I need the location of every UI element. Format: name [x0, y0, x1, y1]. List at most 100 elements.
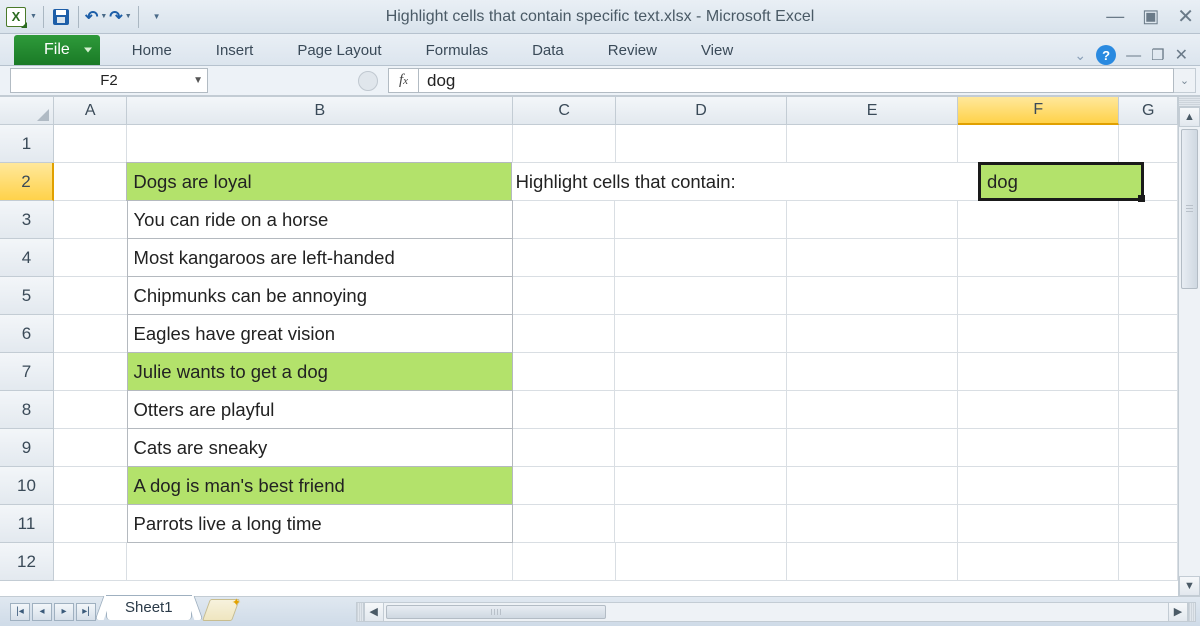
- cell-G1[interactable]: [1119, 125, 1178, 163]
- sheet-nav-next[interactable]: ▸: [54, 603, 74, 621]
- app-menu-dropdown-icon[interactable]: ▼: [30, 13, 37, 20]
- save-button[interactable]: [50, 6, 72, 28]
- cell-D3[interactable]: [615, 201, 786, 239]
- cell-A4[interactable]: [54, 239, 128, 277]
- row-header-10[interactable]: 10: [0, 467, 54, 505]
- cell-G6[interactable]: [1119, 315, 1178, 353]
- tab-review[interactable]: Review: [586, 36, 679, 65]
- cell-G3[interactable]: [1119, 201, 1178, 239]
- cell-E6[interactable]: [787, 315, 958, 353]
- column-header-F[interactable]: F: [958, 97, 1119, 125]
- cell-F8[interactable]: [958, 391, 1119, 429]
- maximize-button[interactable]: ▣: [1142, 6, 1159, 27]
- cell-D8[interactable]: [615, 391, 786, 429]
- vertical-scroll-track[interactable]: [1179, 127, 1200, 576]
- cell-G10[interactable]: [1119, 467, 1178, 505]
- cell-D5[interactable]: [615, 277, 786, 315]
- cell-A2[interactable]: [54, 163, 127, 201]
- cell-F12[interactable]: [958, 543, 1119, 581]
- cell-B12[interactable]: [127, 543, 513, 581]
- insert-function-button[interactable]: fx: [388, 68, 418, 93]
- cell-F6[interactable]: [958, 315, 1119, 353]
- cell-B6[interactable]: Eagles have great vision: [127, 314, 513, 353]
- horizontal-scrollbar[interactable]: ◀ ▶: [356, 602, 1196, 622]
- cell-B9[interactable]: Cats are sneaky: [127, 428, 513, 467]
- cell-E8[interactable]: [787, 391, 958, 429]
- sheet-nav-last[interactable]: ▸|: [76, 603, 96, 621]
- cell-D7[interactable]: [615, 353, 786, 391]
- cell-F4[interactable]: [958, 239, 1119, 277]
- cell-A5[interactable]: [54, 277, 128, 315]
- cell-E3[interactable]: [787, 201, 958, 239]
- row-header-12[interactable]: 12: [0, 543, 54, 581]
- qat-customize-button[interactable]: ▼: [145, 6, 167, 28]
- cell-B8[interactable]: Otters are playful: [127, 390, 513, 429]
- vertical-scroll-thumb[interactable]: [1181, 129, 1198, 289]
- vertical-scrollbar[interactable]: ▲ ▼: [1178, 97, 1200, 596]
- horizontal-split-handle[interactable]: [356, 602, 364, 622]
- cell-C7[interactable]: [513, 353, 616, 391]
- tab-insert[interactable]: Insert: [194, 36, 276, 65]
- cell-G12[interactable]: [1119, 543, 1178, 581]
- column-header-E[interactable]: E: [787, 97, 958, 125]
- cell-A11[interactable]: [54, 505, 128, 543]
- cell-C1[interactable]: [513, 125, 616, 163]
- cell-C10[interactable]: [513, 467, 616, 505]
- cell-A1[interactable]: [54, 125, 127, 163]
- cell-D11[interactable]: [615, 505, 786, 543]
- cell-G8[interactable]: [1119, 391, 1178, 429]
- new-sheet-button[interactable]: [202, 599, 240, 621]
- name-box-dropdown-icon[interactable]: ▼: [193, 75, 203, 86]
- cell-F10[interactable]: [958, 467, 1119, 505]
- cell-C5[interactable]: [513, 277, 616, 315]
- horizontal-scroll-track[interactable]: [384, 602, 1168, 622]
- tab-home[interactable]: Home: [110, 36, 194, 65]
- cell-A3[interactable]: [54, 201, 128, 239]
- cell-D4[interactable]: [615, 239, 786, 277]
- cell-E11[interactable]: [787, 505, 958, 543]
- help-button[interactable]: ?: [1096, 45, 1116, 65]
- select-all-corner[interactable]: [0, 97, 54, 125]
- cell-G9[interactable]: [1119, 429, 1178, 467]
- row-header-2[interactable]: 2: [0, 163, 54, 201]
- cell-E5[interactable]: [787, 277, 958, 315]
- cell-A12[interactable]: [54, 543, 127, 581]
- workbook-close-button[interactable]: ✕: [1175, 45, 1188, 65]
- row-header-6[interactable]: 6: [0, 315, 54, 353]
- cell-C3[interactable]: [513, 201, 616, 239]
- cell-F5[interactable]: [958, 277, 1119, 315]
- cell-E12[interactable]: [787, 543, 958, 581]
- cell-C8[interactable]: [513, 391, 616, 429]
- column-header-D[interactable]: D: [616, 97, 787, 125]
- cell-G11[interactable]: [1119, 505, 1178, 543]
- cell-B2[interactable]: Dogs are loyal: [126, 162, 511, 201]
- cell-A8[interactable]: [54, 391, 128, 429]
- column-header-C[interactable]: C: [513, 97, 616, 125]
- row-header-5[interactable]: 5: [0, 277, 54, 315]
- name-box[interactable]: F2 ▼: [10, 68, 208, 93]
- sheet-nav-first[interactable]: |◂: [10, 603, 30, 621]
- cell-C6[interactable]: [513, 315, 616, 353]
- cell-B1[interactable]: [127, 125, 513, 163]
- cell-B7[interactable]: Julie wants to get a dog: [127, 352, 513, 391]
- cell-C9[interactable]: [513, 429, 616, 467]
- cell-C11[interactable]: [513, 505, 616, 543]
- row-header-8[interactable]: 8: [0, 391, 54, 429]
- cell-F1[interactable]: [958, 125, 1119, 163]
- row-header-7[interactable]: 7: [0, 353, 54, 391]
- cell-E10[interactable]: [787, 467, 958, 505]
- cell-C2[interactable]: Highlight cells that contain:: [512, 163, 617, 201]
- cell-G5[interactable]: [1119, 277, 1178, 315]
- cell-B10[interactable]: A dog is man's best friend: [127, 466, 513, 505]
- sheet-tab-active[interactable]: Sheet1: [106, 595, 192, 620]
- row-header-11[interactable]: 11: [0, 505, 54, 543]
- column-header-A[interactable]: A: [54, 97, 127, 125]
- cell-B4[interactable]: Most kangaroos are left-handed: [127, 238, 513, 277]
- tab-file[interactable]: File: [14, 35, 100, 65]
- tab-view[interactable]: View: [679, 36, 755, 65]
- row-header-4[interactable]: 4: [0, 239, 54, 277]
- workbook-restore-button[interactable]: ❐: [1151, 46, 1164, 64]
- cell-G7[interactable]: [1119, 353, 1178, 391]
- cell-D10[interactable]: [615, 467, 786, 505]
- horizontal-scroll-thumb[interactable]: [386, 605, 606, 619]
